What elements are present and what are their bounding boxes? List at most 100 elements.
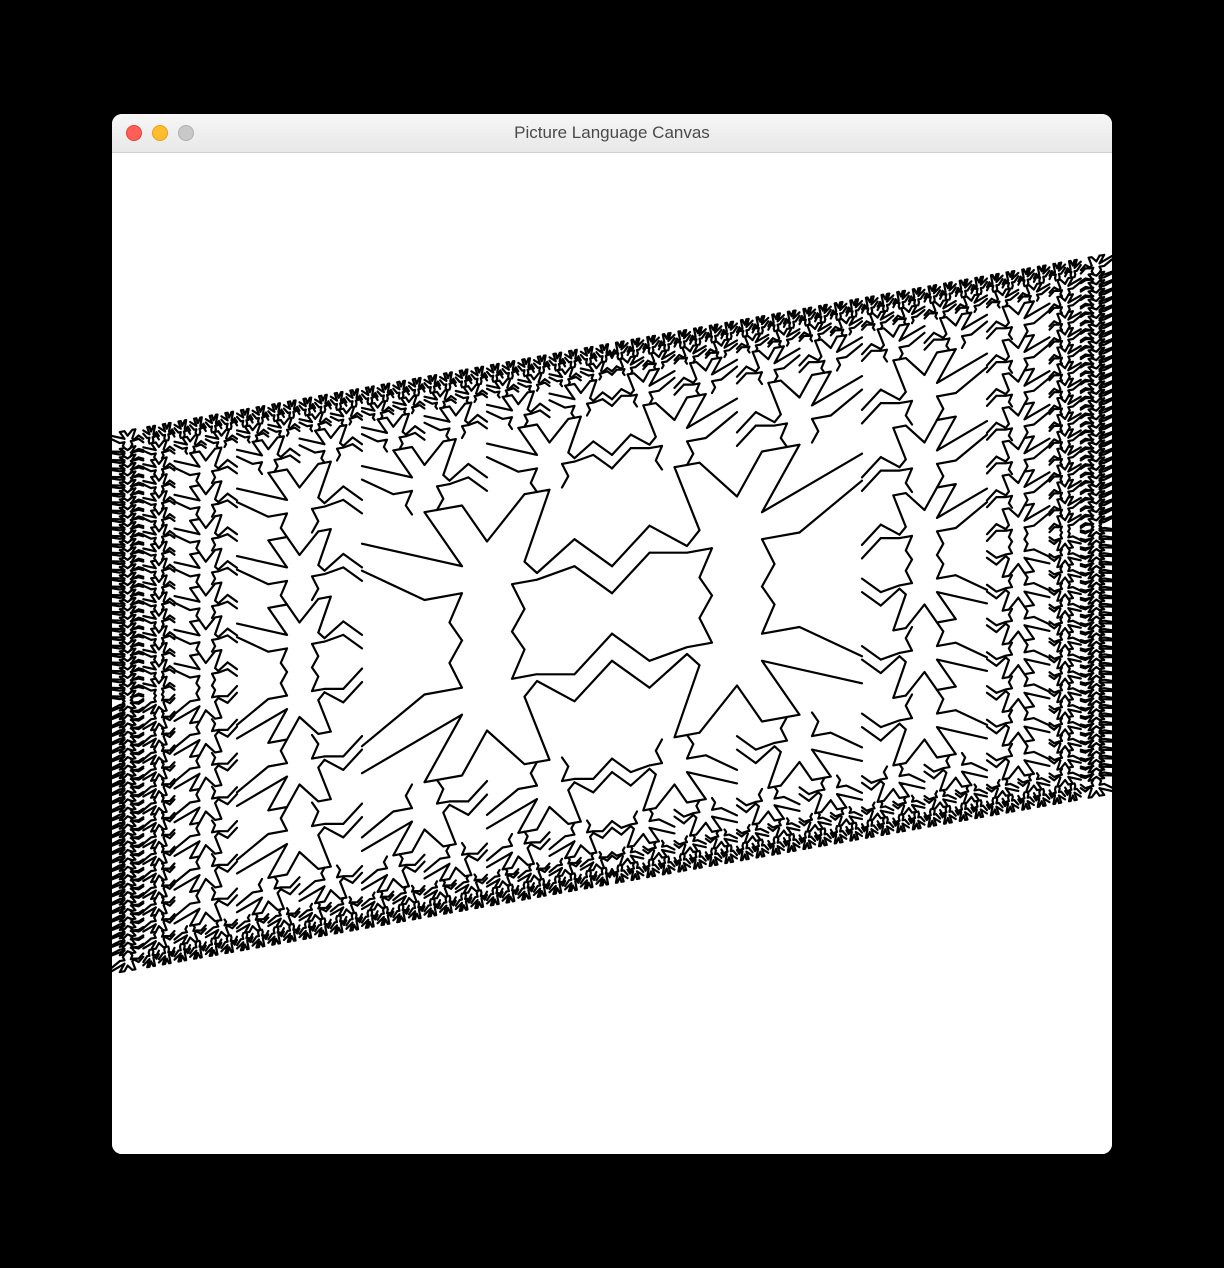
painter-segment-group (112, 649, 143, 659)
painter-segment-group (800, 776, 863, 814)
painter-segment-group (737, 713, 862, 788)
painter-segment-group (143, 457, 174, 476)
painter-segment-group (1003, 271, 1019, 289)
painter-segment-group (987, 607, 1050, 645)
painter-segment-group (487, 364, 503, 382)
painter-segment-group (1018, 283, 1049, 302)
painter-segment-group (284, 924, 300, 942)
painter-segment-group (768, 837, 784, 855)
painter-segment-group (331, 897, 362, 916)
painter-segment-group (503, 885, 519, 903)
painter-segment-group (471, 367, 487, 385)
painter-segment-group (112, 581, 143, 591)
painter-segment-group (175, 854, 238, 892)
close-icon[interactable] (126, 125, 142, 141)
painter-segment-group (425, 390, 456, 409)
painter-segment-group (925, 753, 988, 791)
zoom-icon[interactable] (178, 125, 194, 141)
painter-segment-group (800, 335, 863, 373)
painter-segment-group (175, 515, 238, 553)
painter-segment-group (893, 306, 924, 325)
painter-segment-group (112, 598, 143, 608)
painter-segment-group (612, 587, 862, 738)
painter-segment-group (550, 821, 613, 859)
painter-segment-group (706, 325, 722, 343)
painter-segment-group (518, 863, 549, 882)
minimize-icon[interactable] (152, 125, 168, 141)
painter-segment-group (706, 830, 737, 849)
painter-segment-group (425, 899, 441, 917)
painter-segment-group (362, 854, 425, 892)
painter-segment-group (487, 391, 550, 429)
painter-segment-group (550, 858, 581, 877)
painter-segment-group (315, 918, 331, 936)
painter-segment-group (112, 674, 143, 684)
painter-segment-group (362, 910, 378, 928)
painter-segment-group (175, 549, 238, 587)
painter-segment-group (612, 341, 628, 359)
painter-segment-group (206, 415, 222, 433)
painter-segment-group (159, 947, 175, 965)
painter-segment-group (862, 324, 925, 362)
painter-segment-group (721, 322, 737, 340)
painter-segment-group (143, 711, 174, 730)
painter-segment-group (1081, 619, 1112, 629)
painter-segment-group (1081, 728, 1112, 739)
painter-segment-group (456, 893, 472, 911)
painter-segment-group (175, 944, 191, 962)
painter-segment-group (987, 708, 1050, 746)
painter-segment-group (1081, 576, 1112, 586)
painter-segment-group (1050, 294, 1081, 313)
painter-segment-group (1081, 779, 1112, 798)
painter-segment-group (815, 828, 831, 846)
painter-segment-group (237, 735, 362, 810)
painter-segment-group (1081, 627, 1112, 637)
painter-segment-group (112, 463, 143, 473)
painter-segment-group (862, 801, 893, 820)
painter-segment-group (643, 351, 674, 370)
painter-segment-group (143, 695, 174, 714)
painter-segment-group (690, 327, 706, 345)
painter-segment-group (1034, 266, 1050, 284)
painter-segment-group (862, 764, 925, 802)
painter-segment-group (800, 322, 831, 341)
painter-segment-group (268, 403, 284, 421)
painter-segment-group (909, 288, 925, 306)
painter-segment-group (143, 880, 174, 899)
painter-segment-group (675, 835, 706, 854)
painter-segment-group (940, 282, 956, 300)
painter-segment-group (675, 330, 691, 348)
painter-segment-group (987, 573, 1050, 611)
painter-segment-group (581, 362, 612, 381)
painter-segment-group (659, 333, 675, 351)
painter-segment-group (1081, 652, 1112, 662)
painter-segment-group (1065, 260, 1081, 278)
painter-segment-group (346, 389, 362, 407)
painter-segment-group (175, 753, 238, 791)
painter-segment-group (737, 334, 768, 353)
painter-segment-group (393, 396, 424, 415)
painter-segment-group (956, 785, 987, 804)
painter-segment-group (1050, 734, 1081, 753)
painter-segment-group (300, 425, 363, 463)
painter-segment-group (534, 356, 550, 374)
painter-segment-group (1050, 548, 1081, 567)
painter-segment-group (612, 369, 675, 407)
painter-segment-group (862, 417, 987, 492)
painter-segment-group (331, 407, 362, 426)
titlebar[interactable]: Picture Language Canvas (112, 114, 1112, 153)
painter-segment-group (393, 904, 409, 922)
painter-segment-group (112, 514, 143, 524)
painter-segment-group (112, 699, 143, 711)
painter-segment-group (143, 677, 174, 696)
painter-segment-group (237, 914, 268, 933)
painter-segment-group (1050, 480, 1081, 499)
painter-segment-group (1050, 650, 1081, 669)
painter-segment-group (456, 370, 472, 388)
painter-segment-group (175, 448, 238, 486)
painter-segment-group (237, 597, 362, 672)
painter-segment-group (237, 529, 362, 604)
painter-segment-group (721, 845, 737, 863)
painter-segment-group (143, 592, 174, 611)
painter-segment-group (175, 888, 238, 926)
